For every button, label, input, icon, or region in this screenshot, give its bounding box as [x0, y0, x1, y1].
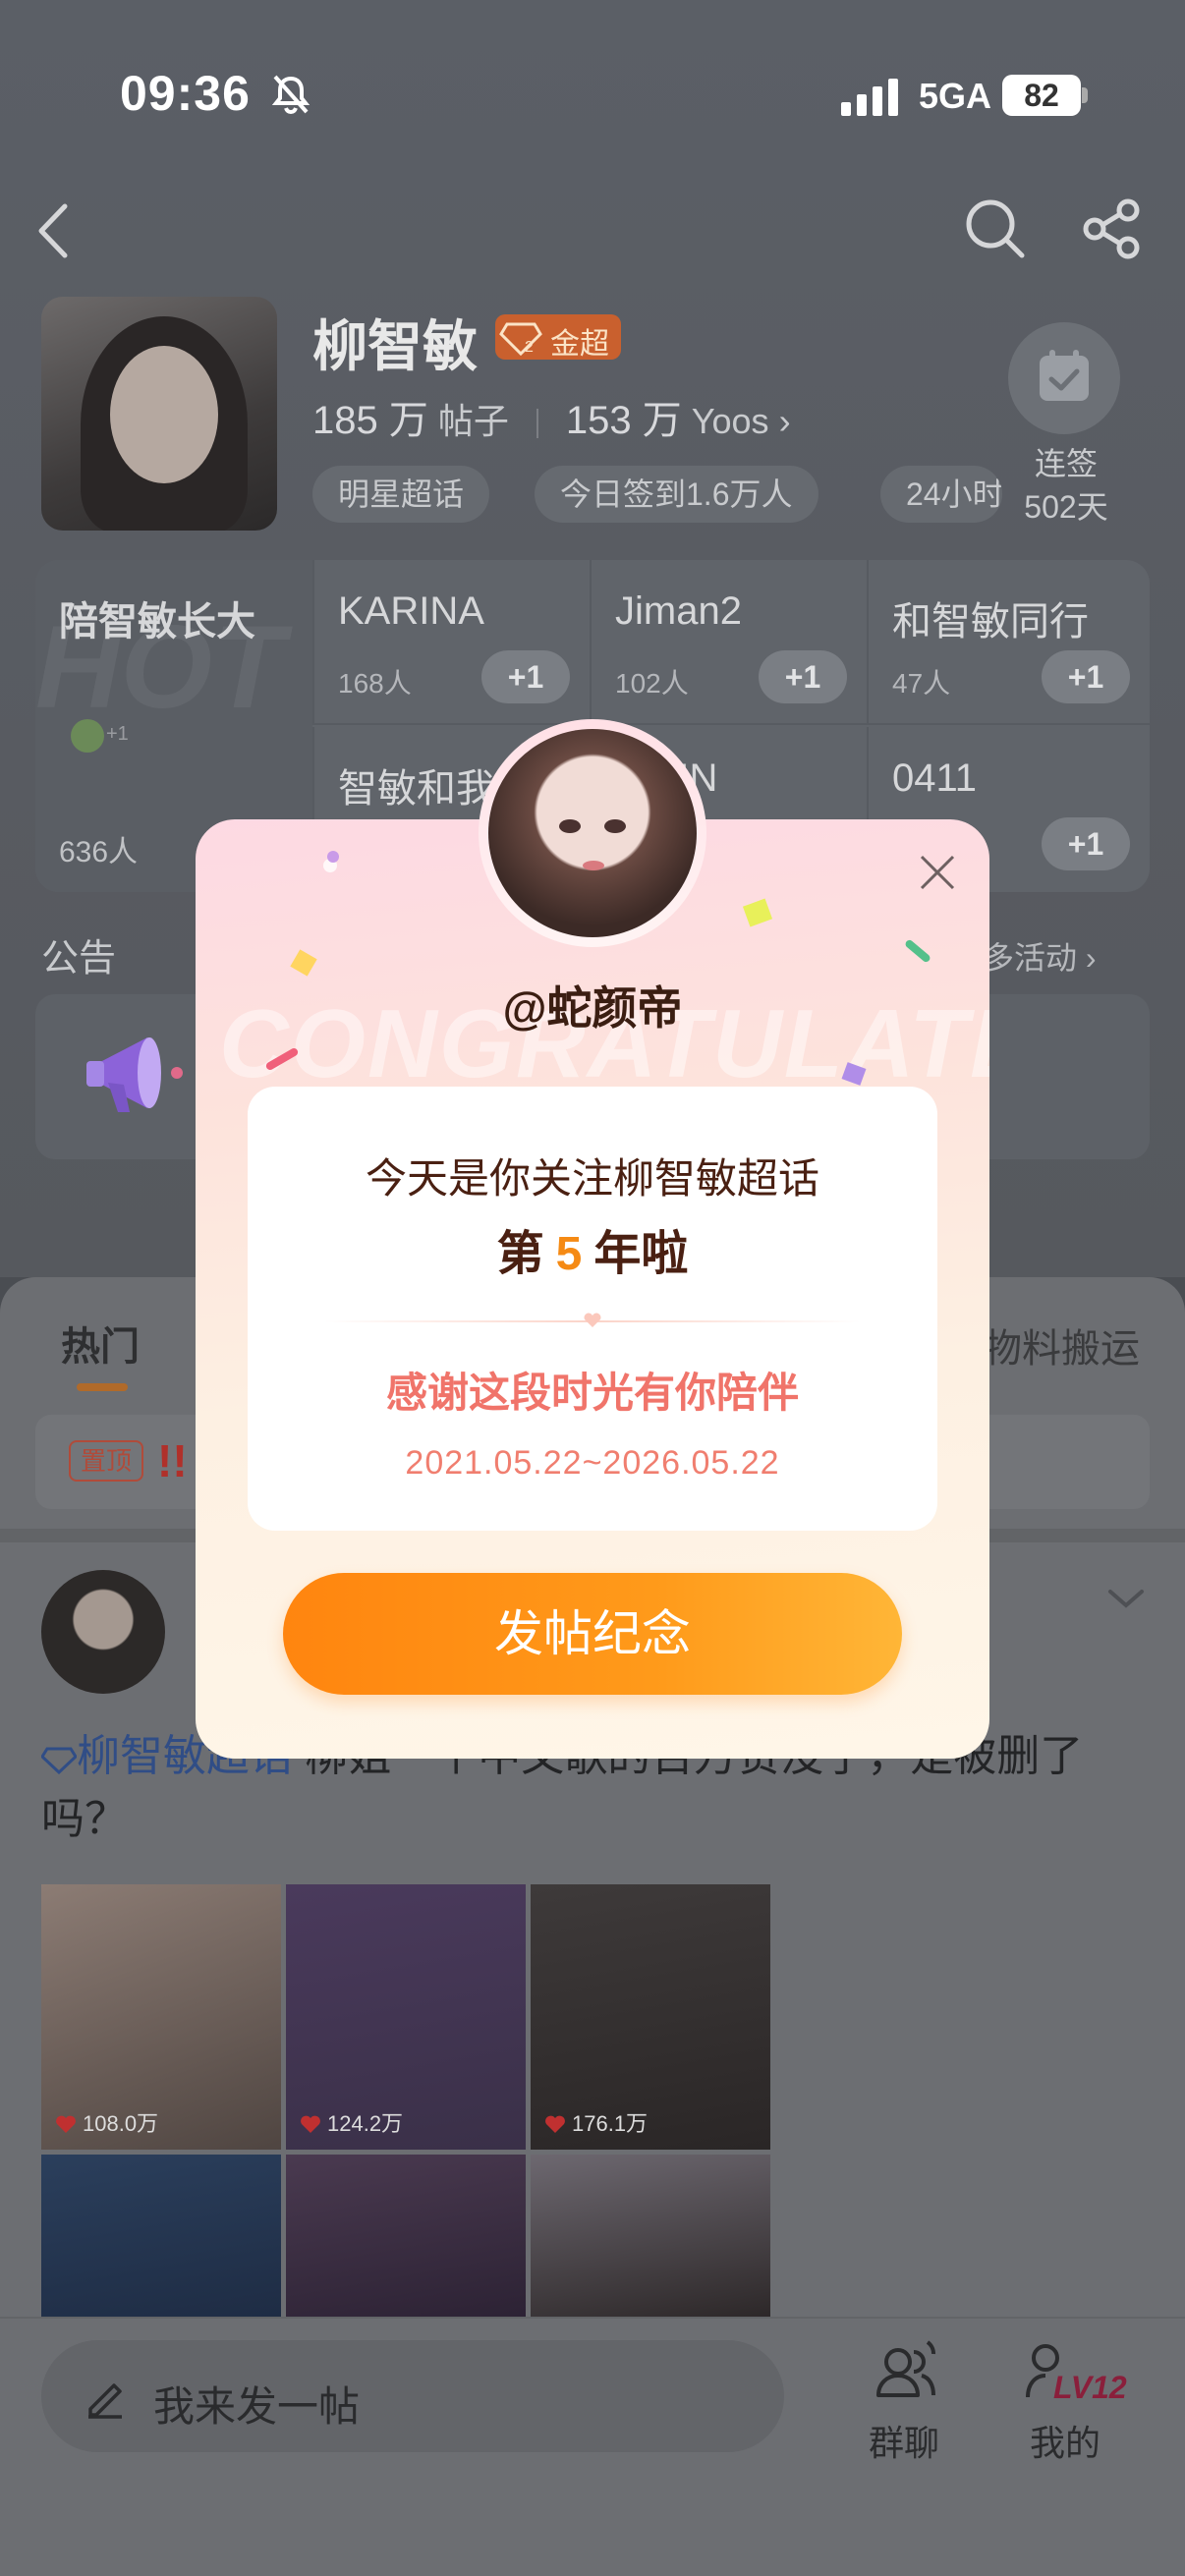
year-prefix: 第 — [496, 1228, 544, 1280]
like-count: 176.1万 — [572, 2111, 649, 2136]
date-range: 2021.05.22~2026.05.22 — [405, 1444, 780, 1482]
battery-tip — [1082, 87, 1088, 103]
group-name: KARINA — [338, 589, 484, 633]
group-plus-small: +1 — [106, 723, 129, 745]
diamond-badge-icon: 2 — [499, 322, 542, 357]
follow-message: 今天是你关注柳智敏超话 — [365, 1155, 819, 1202]
stats-separator — [536, 409, 538, 439]
post-memorial-button[interactable]: 发帖纪念 — [283, 1573, 902, 1695]
tab-material[interactable]: 物料搬运 — [983, 1316, 1140, 1373]
post-author-avatar[interactable] — [41, 1570, 165, 1694]
tab-active-indicator — [77, 1383, 128, 1391]
group-name: 和智敏同行 — [892, 600, 1089, 644]
group-count: 47人 — [892, 668, 951, 699]
checkin-days: 502天 — [1024, 489, 1108, 525]
year-suffix: 年啦 — [593, 1228, 689, 1280]
year-message: 第 5 年啦 — [248, 1214, 937, 1283]
join-plus-button[interactable]: +1 — [1042, 650, 1130, 703]
group-card[interactable]: KARINA 168人 +1 — [312, 560, 590, 725]
battery-indicator: 82 — [1002, 75, 1081, 116]
topic-title: 柳智敏 — [312, 315, 478, 377]
join-plus-button[interactable]: +1 — [1042, 817, 1130, 870]
confetti — [903, 938, 932, 964]
like-count: 108.0万 — [83, 2111, 159, 2136]
level-badge: LV12 — [1053, 2370, 1127, 2405]
pinned-exclamation: !! — [157, 1435, 188, 1486]
photo-like-count: 124.2万 — [300, 2106, 403, 2138]
group-name: 陪智敏长大 — [59, 600, 255, 644]
group-name: Jiman2 — [615, 589, 742, 633]
network-type: 5GA — [919, 76, 992, 116]
back-arrow-icon[interactable] — [29, 196, 79, 265]
more-activity-link[interactable]: 多活动 › — [983, 933, 1097, 979]
chevron-right-icon: › — [778, 401, 791, 441]
group-chat-icon[interactable] — [871, 2336, 941, 2407]
group-card[interactable]: 和智敏同行 47人 +1 — [867, 560, 1150, 725]
group-count: 102人 — [615, 668, 689, 699]
group-name: 0411 — [892, 756, 978, 800]
photo-thumb[interactable] — [286, 2155, 526, 2319]
notice-label: 公告 — [41, 938, 117, 980]
photo-like-count: 108.0万 — [55, 2106, 158, 2138]
pen-icon — [88, 2383, 122, 2419]
checkin-label: 连签 502天 — [983, 442, 1150, 529]
posts-label: 帖子 — [437, 401, 509, 441]
photo-thumb[interactable] — [41, 2155, 281, 2319]
join-plus-button[interactable]: +1 — [759, 650, 847, 703]
photo-thumb[interactable]: 176.1万 — [531, 1884, 770, 2150]
share-icon[interactable] — [1081, 198, 1142, 259]
svg-text:2: 2 — [525, 339, 534, 356]
group-card[interactable]: Jiman2 102人 +1 — [590, 560, 867, 725]
followers-count: 153 万 — [565, 399, 682, 442]
modal-username: @蛇颜帝 — [502, 982, 683, 1034]
gold-badge-label: 金超 — [550, 328, 609, 361]
confetti — [327, 851, 339, 863]
megaphone-icon — [86, 1037, 183, 1112]
chevron-down-icon[interactable] — [1104, 1584, 1148, 1613]
topic-avatar[interactable] — [41, 297, 277, 531]
heart-icon — [545, 2115, 565, 2133]
heart-divider-icon — [584, 1313, 601, 1327]
pinned-badge: 置顶 — [69, 1440, 143, 1482]
thanks-message: 感谢这段时光有你陪伴 — [385, 1370, 799, 1416]
cellular-signal-icon — [841, 79, 898, 116]
photo-thumb[interactable]: 108.0万 — [41, 1884, 281, 2150]
photo-thumb[interactable] — [531, 2155, 770, 2319]
group-count: 168人 — [338, 668, 412, 699]
followers-label[interactable]: Yoos — [692, 401, 769, 441]
heart-icon — [301, 2115, 320, 2133]
calendar-check-icon — [1040, 350, 1089, 401]
confetti — [742, 898, 773, 927]
tag-star-topic[interactable]: 明星超话 — [312, 466, 490, 523]
status-time: 09:36 — [120, 66, 251, 121]
member-avatar — [71, 719, 104, 753]
photo-like-count: 176.1万 — [544, 2106, 648, 2138]
status-bar: 09:36 5GA 82 — [0, 0, 1185, 121]
search-icon[interactable] — [963, 196, 1026, 259]
group-chat-label[interactable]: 群聊 — [869, 2415, 939, 2466]
photo-thumb[interactable]: 124.2万 — [286, 1884, 526, 2150]
checkin-streak-label: 连签 — [1034, 446, 1098, 481]
mute-bell-icon — [271, 75, 310, 115]
group-name: 智敏和我 — [338, 767, 495, 811]
year-number: 5 — [555, 1228, 583, 1280]
join-plus-button[interactable]: +1 — [481, 650, 570, 703]
diamond-icon — [40, 1747, 78, 1775]
posts-count: 185 万 — [312, 399, 428, 442]
photo-grid: 108.0万 124.2万 176.1万 — [41, 1884, 772, 2319]
user-avatar — [488, 729, 697, 937]
like-count: 124.2万 — [327, 2111, 404, 2136]
mine-label[interactable]: 我的 — [1030, 2415, 1100, 2466]
heart-icon — [56, 2115, 76, 2133]
tab-hot[interactable]: 热门 — [61, 1315, 140, 1372]
close-icon[interactable] — [912, 847, 963, 898]
compose-placeholder[interactable]: 我来发一帖 — [153, 2374, 360, 2434]
group-count: 636人 — [59, 836, 139, 868]
topic-stats: 185 万 帖子 153 万 Yoos › — [312, 388, 791, 445]
tag-checkin-today[interactable]: 今日签到1.6万人 — [535, 466, 818, 523]
